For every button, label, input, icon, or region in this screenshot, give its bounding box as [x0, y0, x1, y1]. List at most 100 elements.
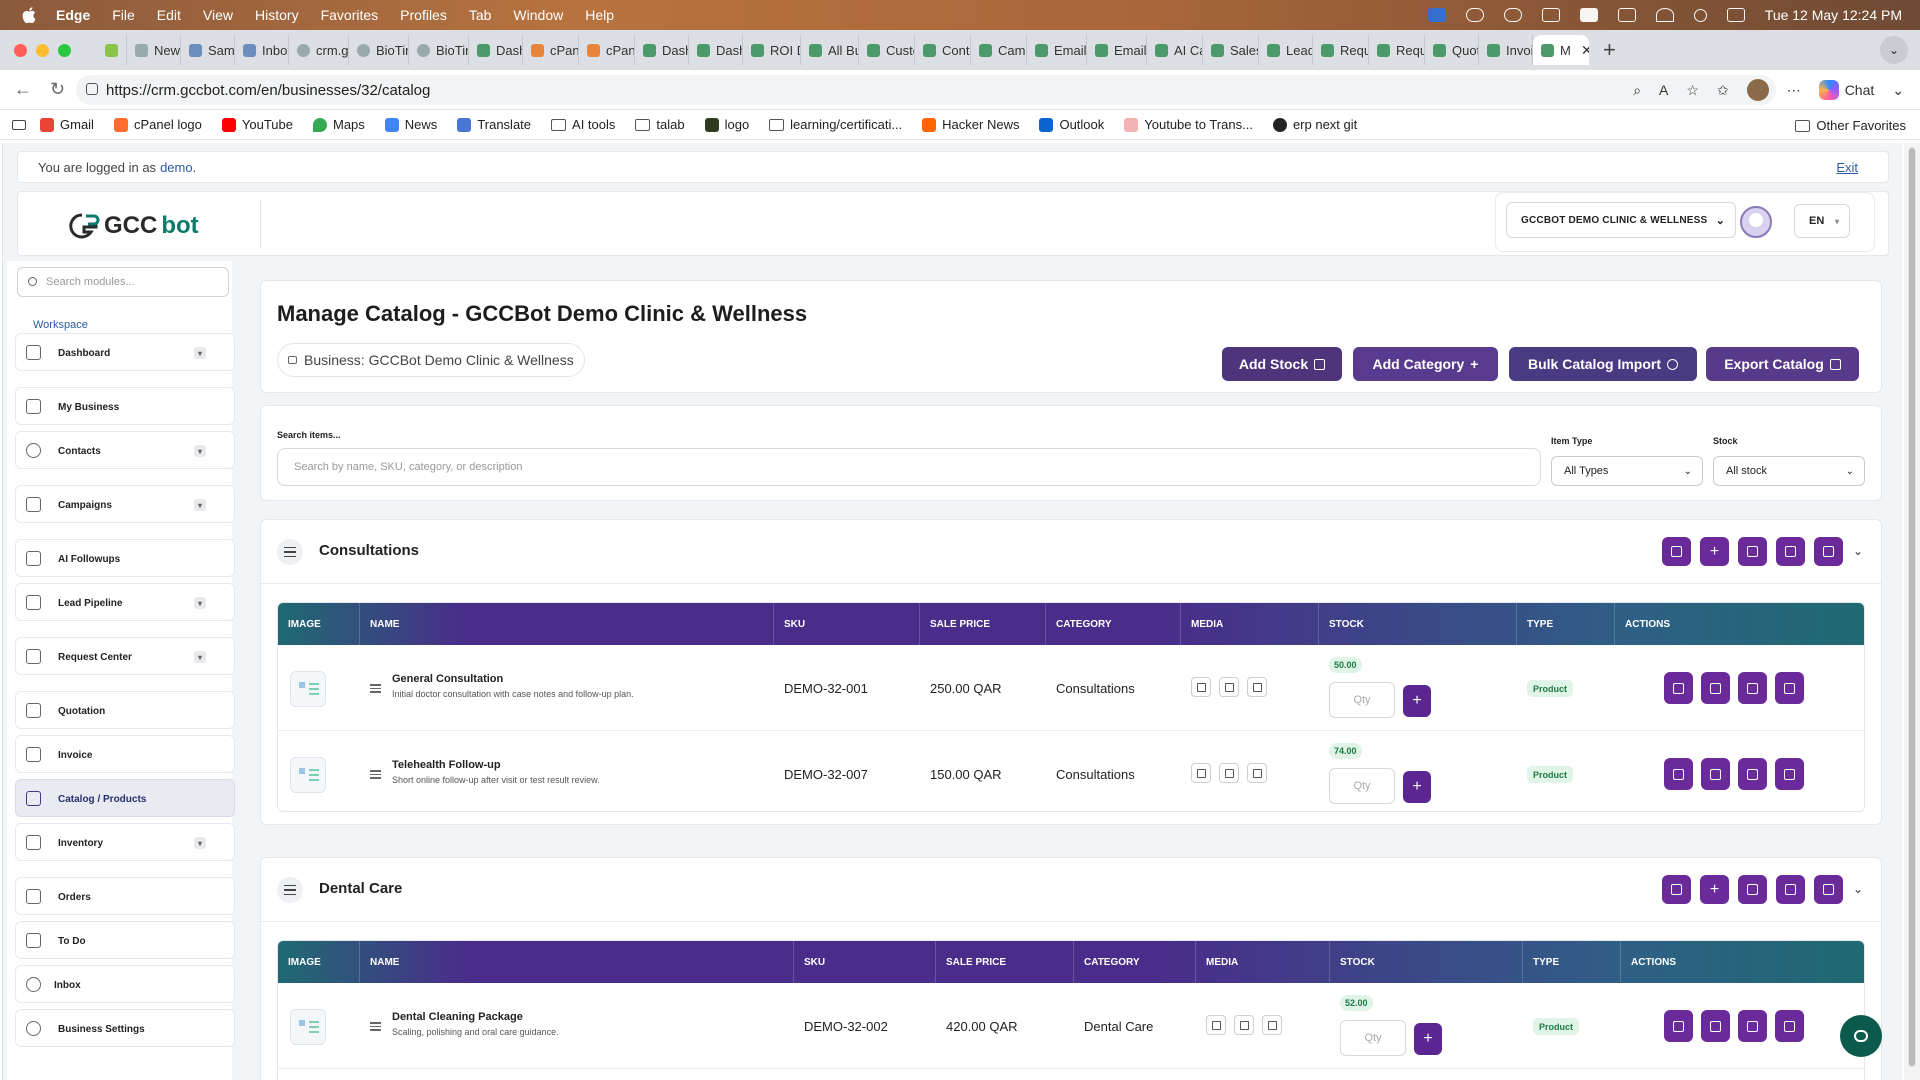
delete-product-button[interactable] — [1775, 758, 1804, 790]
media-video-button[interactable] — [1234, 1015, 1254, 1035]
catalog-search-input[interactable]: Search by name, SKU, category, or descri… — [277, 448, 1541, 486]
sidebar-item-contacts[interactable]: Contacts ▾ — [15, 431, 235, 469]
exit-link[interactable]: Exit — [1836, 160, 1858, 175]
collapse-chevron-icon[interactable]: ⌄ — [1853, 882, 1863, 896]
browser-tab[interactable]: Lead — [1259, 35, 1313, 65]
media-image-button[interactable] — [1206, 1015, 1226, 1035]
gccbot-logo[interactable]: GCC bot — [68, 212, 199, 240]
chevron-down-icon[interactable]: ▾ — [194, 347, 206, 359]
sidebar-item-campaigns[interactable]: Campaigns ▾ — [15, 485, 235, 523]
collapse-chevron-icon[interactable]: ⌄ — [1853, 544, 1863, 558]
favorites-icon[interactable]: ✩ — [1717, 82, 1729, 99]
browser-tab[interactable]: ROI D — [743, 35, 801, 65]
reading-list-icon[interactable] — [12, 119, 26, 130]
media-document-button[interactable] — [1247, 677, 1267, 697]
bookmark-logo[interactable]: logo — [704, 117, 749, 132]
drag-handle-icon[interactable] — [370, 684, 381, 693]
add-stock-qty-button[interactable]: + — [1414, 1023, 1442, 1055]
module-search-input[interactable]: Search modules... — [17, 267, 229, 297]
login-username[interactable]: demo — [160, 160, 193, 175]
menu-history[interactable]: History — [255, 7, 299, 23]
browser-tab[interactable]: Dash — [689, 35, 743, 65]
other-favorites[interactable]: Other Favorites — [1795, 118, 1906, 133]
bookmark-cpanel[interactable]: cPanel logo — [113, 117, 202, 132]
media-video-button[interactable] — [1219, 677, 1239, 697]
browser-tab[interactable]: crm.g — [289, 35, 349, 65]
category-edit-button[interactable] — [1776, 537, 1805, 566]
duplicate-product-button[interactable] — [1701, 672, 1730, 704]
category-duplicate-button[interactable] — [1738, 875, 1767, 904]
browser-tab[interactable]: AI Ca — [1147, 35, 1203, 65]
add-stock-qty-button[interactable]: + — [1403, 771, 1431, 803]
browser-tab-active[interactable]: M ✕ — [1533, 35, 1589, 65]
browser-tab[interactable]: BioTir — [409, 35, 469, 65]
chevron-down-icon[interactable]: ⌄ — [1892, 82, 1904, 99]
browser-tab[interactable]: Same — [181, 35, 235, 65]
bookmark-learning[interactable]: learning/certificati... — [769, 117, 902, 132]
drag-handle-icon[interactable] — [277, 877, 303, 903]
delete-product-button[interactable] — [1775, 672, 1804, 704]
bookmark-translate[interactable]: Translate — [457, 117, 531, 132]
menu-tab[interactable]: Tab — [469, 7, 492, 23]
menu-file[interactable]: File — [112, 7, 135, 23]
duplicate-product-button[interactable] — [1701, 758, 1730, 790]
stock-qty-input[interactable]: Qty — [1329, 768, 1395, 804]
browser-tab[interactable]: Inbox — [235, 35, 289, 65]
media-video-button[interactable] — [1219, 763, 1239, 783]
bookmark-ai-tools[interactable]: AI tools — [551, 117, 615, 132]
bookmark-youtube[interactable]: YouTube — [221, 117, 293, 132]
chevron-down-icon[interactable]: ▾ — [194, 597, 206, 609]
stock-qty-input[interactable]: Qty — [1340, 1020, 1406, 1056]
address-bar[interactable]: https://crm.gccbot.com/en/businesses/32/… — [76, 75, 1776, 105]
browser-tab[interactable]: cPan — [523, 35, 579, 65]
browser-tab[interactable]: cPan — [579, 35, 635, 65]
chevron-down-icon[interactable]: ▾ — [194, 651, 206, 663]
chevron-down-icon[interactable]: ▾ — [194, 445, 206, 457]
business-select[interactable]: GCCBOT DEMO CLINIC & WELLNESS ⌄ — [1506, 202, 1736, 238]
sidebar-item-request-center[interactable]: Request Center ▾ — [15, 637, 235, 675]
product-image-placeholder[interactable] — [290, 1009, 326, 1045]
export-catalog-button[interactable]: Export Catalog — [1706, 347, 1859, 381]
product-variants-button[interactable] — [1738, 672, 1767, 704]
sidebar-item-lead-pipeline[interactable]: Lead Pipeline ▾ — [15, 583, 235, 621]
delete-product-button[interactable] — [1775, 1010, 1804, 1042]
media-image-button[interactable] — [1191, 763, 1211, 783]
drag-handle-icon[interactable] — [370, 1022, 381, 1031]
browser-tab[interactable]: Invoi — [1479, 35, 1533, 65]
bookmark-erpnext-git[interactable]: erp next git — [1272, 117, 1357, 132]
category-delete-button[interactable] — [1814, 875, 1843, 904]
chevron-down-icon[interactable]: ▾ — [194, 837, 206, 849]
bookmark-youtube-translate[interactable]: Youtube to Trans... — [1124, 117, 1253, 132]
browser-tab[interactable]: New — [127, 35, 181, 65]
browser-tab[interactable]: Requ — [1369, 35, 1425, 65]
read-aloud-icon[interactable]: A — [1659, 82, 1668, 98]
wifi-icon[interactable] — [1655, 8, 1674, 22]
browser-tab-pinned[interactable] — [97, 35, 127, 65]
screen-share-icon[interactable] — [1427, 8, 1446, 22]
category-delete-button[interactable] — [1814, 537, 1843, 566]
sidebar-item-dashboard[interactable]: Dashboard ▾ — [15, 333, 235, 371]
sidebar-item-quotation[interactable]: Quotation — [15, 691, 235, 729]
bookmark-outlook[interactable]: Outlook — [1039, 117, 1104, 132]
bookmark-hacker-news[interactable]: Hacker News — [922, 117, 1019, 132]
bulk-catalog-import-button[interactable]: Bulk Catalog Import — [1509, 347, 1697, 381]
reload-icon[interactable]: ↻ — [50, 79, 72, 100]
close-tab-icon[interactable]: ✕ — [1581, 42, 1589, 59]
item-type-select[interactable]: All Types ⌄ — [1551, 456, 1703, 486]
browser-tab[interactable]: Dash — [635, 35, 689, 65]
bookmark-news[interactable]: News — [384, 117, 437, 132]
media-image-button[interactable] — [1191, 677, 1211, 697]
add-stock-qty-button[interactable]: + — [1403, 685, 1431, 717]
favorite-star-icon[interactable]: ☆ — [1686, 82, 1699, 99]
add-category-button[interactable]: Add Category + — [1353, 347, 1498, 381]
add-stock-button[interactable]: Add Stock — [1222, 347, 1342, 381]
product-variants-button[interactable] — [1738, 1010, 1767, 1042]
product-variants-button[interactable] — [1738, 758, 1767, 790]
user-avatar[interactable] — [1740, 206, 1772, 238]
sidebar-item-business-settings[interactable]: Business Settings — [15, 1009, 235, 1047]
bookmark-talab[interactable]: talab — [635, 117, 685, 132]
edit-product-button[interactable] — [1664, 1010, 1693, 1042]
browser-tab[interactable]: All Bu — [801, 35, 859, 65]
browser-tab[interactable]: Requ — [1313, 35, 1369, 65]
category-duplicate-button[interactable] — [1738, 537, 1767, 566]
